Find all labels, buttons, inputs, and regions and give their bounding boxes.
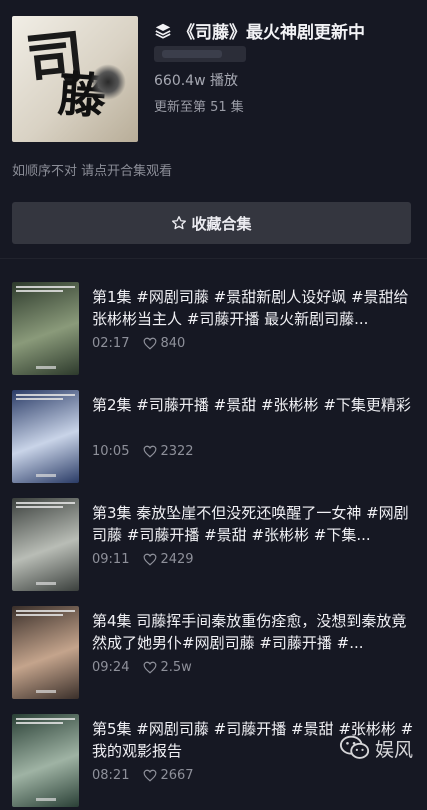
- thumbnail-subtitle: [36, 474, 56, 477]
- update-status: 更新至第 51 集: [154, 100, 244, 115]
- thumbnail-subtitle: [36, 582, 56, 585]
- episode-title[interactable]: 第2集 #司藤开播 #景甜 #张彬彬 #下集更精彩: [92, 394, 418, 416]
- episode-meta: 09:24 2.5w: [92, 660, 192, 675]
- episode-thumbnail[interactable]: [12, 606, 79, 699]
- heart-icon[interactable]: [143, 661, 157, 674]
- heart-icon[interactable]: [143, 553, 157, 566]
- episode-meta: 02:17 840: [92, 336, 185, 351]
- episode-thumbnail[interactable]: [12, 282, 79, 375]
- layers-icon: [155, 23, 171, 39]
- episode-likes: 2667: [160, 768, 194, 783]
- collection-title-row: 《司藤》最火神剧更新中: [154, 18, 365, 43]
- episode-duration: 02:17: [92, 336, 130, 351]
- collection-title: 《司藤》最火神剧更新中: [178, 23, 365, 43]
- thumbnail-caption: [16, 718, 75, 728]
- watermark-text: 娱风: [374, 738, 413, 761]
- thumbnail-caption: [16, 286, 75, 296]
- section-divider: [0, 258, 427, 259]
- episode-item[interactable]: 第1集 #网剧司藤 #景甜新剧人设好飒 #景甜给张彬彬当主人 #司藤开播 最火新…: [12, 282, 416, 378]
- cover-ink-bird: [90, 64, 126, 100]
- heart-icon[interactable]: [143, 769, 157, 782]
- episode-meta: 09:11 2429: [92, 552, 194, 567]
- episode-meta: 10:05 2322: [92, 444, 194, 459]
- thumbnail-caption: [16, 502, 75, 512]
- episode-likes: 2429: [160, 552, 194, 567]
- episode-item[interactable]: 第2集 #司藤开播 #景甜 #张彬彬 #下集更精彩 10:05 2322: [12, 390, 416, 486]
- collect-collection-button[interactable]: 收藏合集: [12, 202, 411, 244]
- episode-title[interactable]: 第3集 秦放坠崖不但没死还唤醒了一女神 #网剧司藤 #司藤开播 #景甜 #张彬彬…: [92, 502, 418, 546]
- star-icon: [172, 216, 187, 230]
- thumbnail-subtitle: [36, 798, 56, 801]
- episode-title[interactable]: 第1集 #网剧司藤 #景甜新剧人设好飒 #景甜给张彬彬当主人 #司藤开播 最火新…: [92, 286, 418, 330]
- collection-cover[interactable]: 司 藤: [12, 16, 138, 142]
- episode-item[interactable]: 第4集 司藤挥手间秦放重伤痊愈，没想到秦放竟然成了她男仆#网剧司藤 #司藤开播 …: [12, 606, 416, 702]
- episode-likes: 2.5w: [160, 660, 192, 675]
- collection-header: 司 藤 《司藤》最火神剧更新中 660.4w 播放 更新至第 51 集: [12, 16, 416, 144]
- episode-duration: 09:24: [92, 660, 130, 675]
- episode-item[interactable]: 第3集 秦放坠崖不但没死还唤醒了一女神 #网剧司藤 #司藤开播 #景甜 #张彬彬…: [12, 498, 416, 594]
- thumbnail-subtitle: [36, 366, 56, 369]
- episode-likes: 840: [160, 336, 186, 351]
- episode-thumbnail[interactable]: [12, 498, 79, 591]
- thumbnail-subtitle: [36, 690, 56, 693]
- episode-duration: 09:11: [92, 552, 130, 567]
- watermark: 娱风: [339, 734, 413, 762]
- collect-button-label: 收藏合集: [191, 214, 252, 233]
- episode-thumbnail[interactable]: [12, 390, 79, 483]
- episode-thumbnail[interactable]: [12, 714, 79, 807]
- order-hint: 如顺序不对 请点开合集观看: [12, 164, 173, 179]
- play-count: 660.4w 播放: [154, 73, 238, 89]
- episode-title[interactable]: 第4集 司藤挥手间秦放重伤痊愈，没想到秦放竟然成了她男仆#网剧司藤 #司藤开播 …: [92, 610, 418, 654]
- heart-icon[interactable]: [143, 445, 157, 458]
- blurred-author: [154, 46, 246, 62]
- episode-duration: 10:05: [92, 444, 130, 459]
- episode-meta: 08:21 2667: [92, 768, 194, 783]
- wechat-icon: [339, 735, 370, 759]
- episode-likes: 2322: [160, 444, 194, 459]
- episode-duration: 08:21: [92, 768, 130, 783]
- heart-icon[interactable]: [143, 337, 157, 350]
- thumbnail-caption: [16, 394, 75, 404]
- episode-item[interactable]: 第5集 #网剧司藤 #司藤开播 #景甜 #张彬彬 #我的观影报告 08:21 266…: [12, 714, 416, 810]
- thumbnail-caption: [16, 610, 75, 620]
